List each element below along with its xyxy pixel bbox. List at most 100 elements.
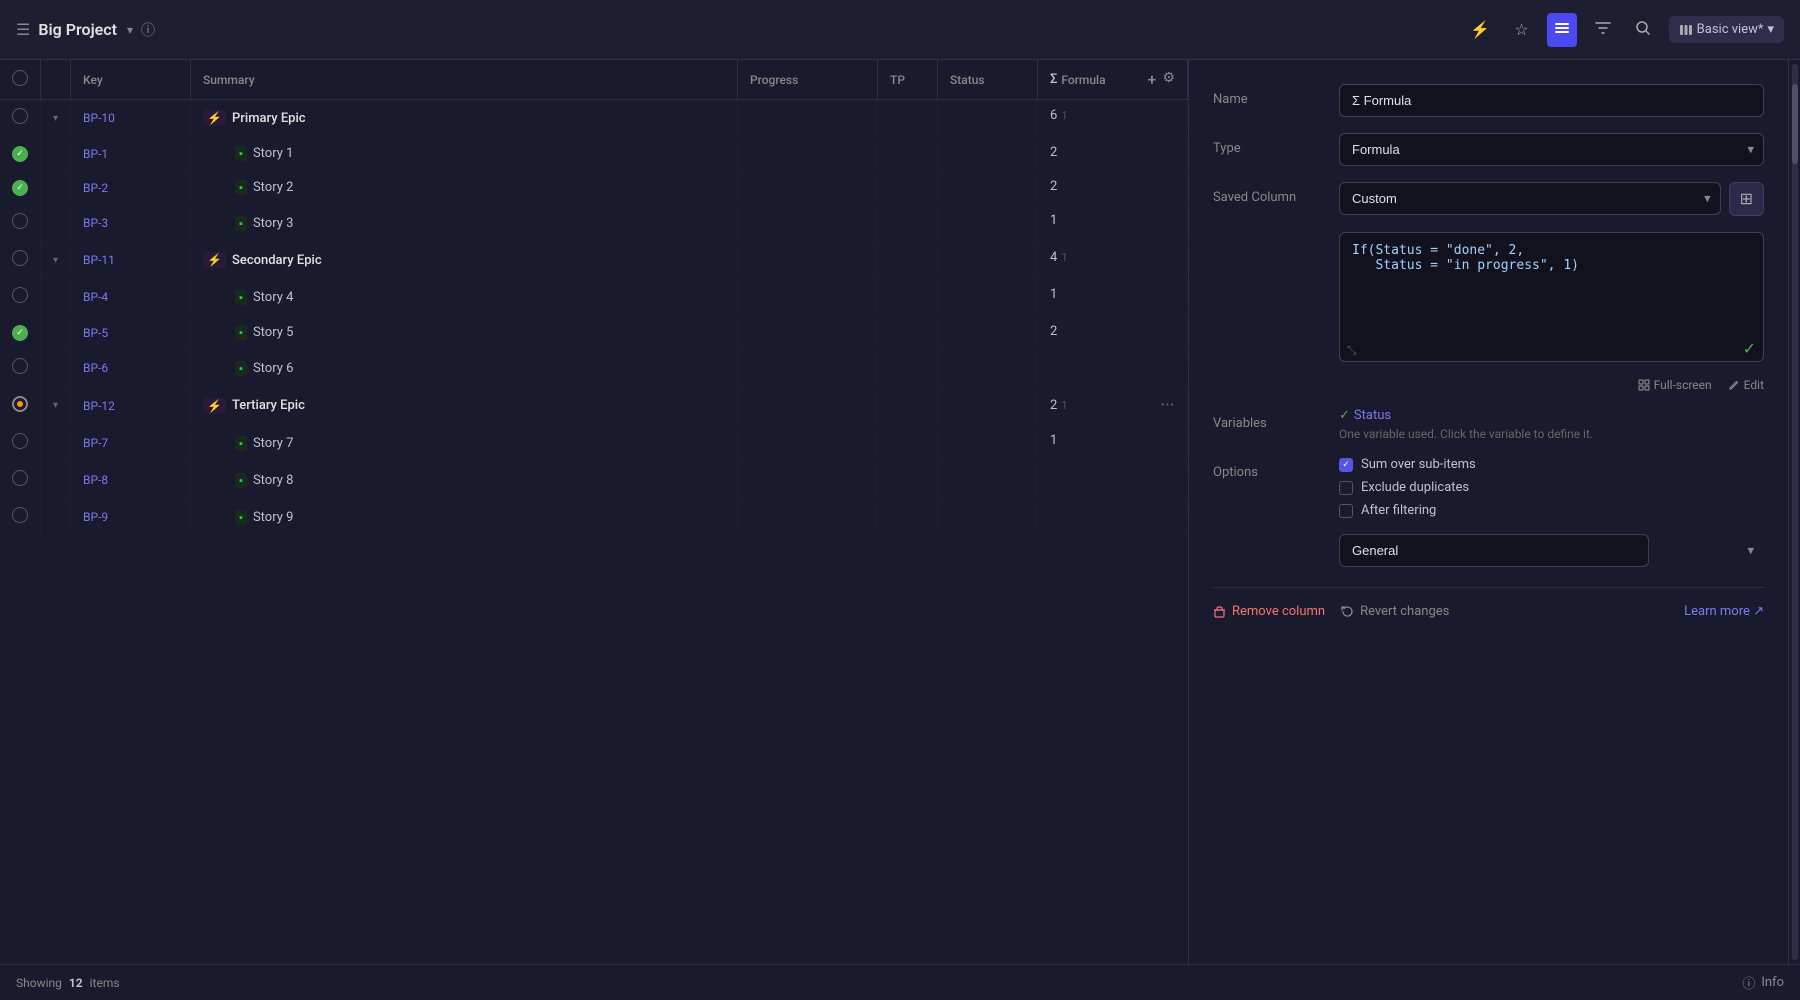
column-settings-icon[interactable]: ⚙ [1162, 70, 1175, 89]
edit-label: Edit [1744, 378, 1764, 392]
epic-name: Primary Epic [232, 111, 306, 126]
expand-cell[interactable]: ▾ [41, 242, 71, 279]
expand-cell[interactable]: ▾ [41, 100, 71, 137]
key-cell[interactable]: BP-11 [71, 242, 191, 279]
sum-checkbox[interactable]: ✓ [1339, 458, 1353, 472]
options-label: Options [1213, 457, 1323, 480]
general-select-arrow: ▾ [1747, 543, 1754, 558]
table-container: Key Summary Progress TP Status Σ Formula [0, 60, 1188, 964]
expand-cell [41, 425, 71, 462]
saved-column-select[interactable]: Custom None [1339, 182, 1721, 215]
key-cell[interactable]: BP-10 [71, 100, 191, 137]
exclude-checkbox-row[interactable]: Exclude duplicates [1339, 480, 1476, 495]
filter-icon[interactable] [1589, 14, 1617, 46]
status-cell [938, 171, 1038, 205]
key-cell[interactable]: BP-1 [71, 137, 191, 171]
status-cell [938, 316, 1038, 350]
epic-icon: ⚡ [203, 398, 226, 414]
flash-icon[interactable]: ⚡ [1464, 14, 1496, 45]
epic-name: Secondary Epic [232, 253, 322, 268]
status-variable[interactable]: ✓ Status [1339, 408, 1391, 423]
progress-cell [738, 462, 878, 499]
expand-cell[interactable]: ▾ [41, 387, 71, 425]
name-input[interactable] [1339, 84, 1764, 117]
key-cell[interactable]: BP-2 [71, 171, 191, 205]
key-cell[interactable]: BP-3 [71, 205, 191, 242]
progress-cell [738, 171, 878, 205]
progress-cell [738, 350, 878, 387]
expand-cell [41, 171, 71, 205]
info-button[interactable]: ⓘ Info [1742, 973, 1784, 992]
epic-name: Tertiary Epic [232, 398, 305, 413]
status-cell [938, 387, 1038, 425]
project-header: ☰ Big Project ▾ ⓘ [16, 20, 155, 40]
key-cell[interactable]: BP-4 [71, 279, 191, 316]
th-tp: TP [878, 60, 938, 100]
type-label: Type [1213, 133, 1323, 156]
general-select[interactable]: General Number Percentage [1339, 534, 1649, 567]
key-cell[interactable]: BP-7 [71, 425, 191, 462]
project-dropdown-arrow[interactable]: ▾ [127, 23, 133, 37]
layers-icon[interactable] [1547, 13, 1577, 47]
key-cell[interactable]: BP-12 [71, 387, 191, 425]
tp-cell [878, 387, 938, 425]
th-summary: Summary [191, 60, 738, 100]
th-circle [0, 60, 41, 100]
filter-checkbox[interactable] [1339, 504, 1353, 518]
summary-cell: ▪ Story 6 [191, 350, 738, 387]
sum-checkbox-row[interactable]: ✓ Sum over sub-items [1339, 457, 1476, 472]
filter-checkbox-row[interactable]: After filtering [1339, 503, 1476, 518]
tp-cell [878, 242, 938, 279]
story-name: Story 7 [253, 436, 293, 451]
exclude-checkbox[interactable] [1339, 481, 1353, 495]
content-area: Key Summary Progress TP Status Σ Formula [0, 60, 1800, 964]
epic-icon: ⚡ [203, 252, 226, 268]
key-cell[interactable]: BP-6 [71, 350, 191, 387]
expand-cell [41, 316, 71, 350]
fullscreen-label: Full-screen [1654, 378, 1712, 392]
fullscreen-link[interactable]: Full-screen [1638, 378, 1712, 392]
formula-cell [1038, 350, 1188, 366]
progress-cell [738, 100, 878, 137]
story-icon: ▪ [235, 436, 247, 451]
formula-editor-label [1213, 232, 1323, 242]
star-icon[interactable]: ☆ [1508, 14, 1534, 45]
circle-cell: ✓ [0, 171, 41, 205]
view-selector[interactable]: Basic view* ▾ [1669, 16, 1784, 43]
variables-content: ✓ Status One variable used. Click the va… [1339, 408, 1593, 441]
add-column-icon[interactable]: + [1148, 70, 1157, 89]
revert-changes-button[interactable]: Revert changes [1341, 604, 1449, 619]
table-row: ✓ BP-2 ▪ Story 2 2 [0, 171, 1188, 205]
table-row: ▾ BP-10 ⚡ Primary Epic 61 [0, 100, 1188, 137]
key-cell[interactable]: BP-5 [71, 316, 191, 350]
formula-cell: 21 ··· [1038, 387, 1188, 424]
more-button[interactable]: ··· [1160, 395, 1174, 416]
exclude-label: Exclude duplicates [1361, 480, 1469, 495]
revert-label: Revert changes [1360, 604, 1449, 619]
edit-link[interactable]: Edit [1728, 378, 1764, 392]
formula-resize-icon[interactable]: ⤡ [1347, 343, 1357, 358]
sum-label: Sum over sub-items [1361, 457, 1476, 472]
scrollbar-thumb[interactable] [1792, 84, 1798, 164]
key-cell[interactable]: BP-9 [71, 499, 191, 536]
saved-column-icon-button[interactable]: ⊞ [1729, 182, 1764, 216]
remove-column-button[interactable]: Remove column [1213, 604, 1325, 619]
tp-cell [878, 171, 938, 205]
story-icon: ▪ [235, 361, 247, 376]
circle-cell: ✓ [0, 316, 41, 350]
th-progress: Progress [738, 60, 878, 100]
learn-more-link[interactable]: Learn more ↗ [1684, 604, 1764, 619]
project-info-icon[interactable]: ⓘ [141, 20, 155, 40]
variables-row: Variables ✓ Status One variable used. Cl… [1213, 408, 1764, 441]
formula-textarea[interactable]: If(Status = "done", 2, Status = "in prog… [1339, 232, 1764, 362]
key-cell[interactable]: BP-8 [71, 462, 191, 499]
search-icon[interactable] [1629, 14, 1657, 46]
summary-cell: ▪ Story 7 [191, 425, 738, 462]
status-cell [938, 242, 1038, 279]
project-name: Big Project [38, 20, 117, 39]
status-text: Showing 12 items [16, 976, 120, 990]
table-row: BP-7 ▪ Story 7 1 [0, 425, 1188, 462]
summary-cell: ⚡ Tertiary Epic [191, 387, 738, 425]
type-select[interactable]: Formula Number Text Date [1339, 133, 1764, 166]
story-icon: ▪ [235, 325, 247, 340]
